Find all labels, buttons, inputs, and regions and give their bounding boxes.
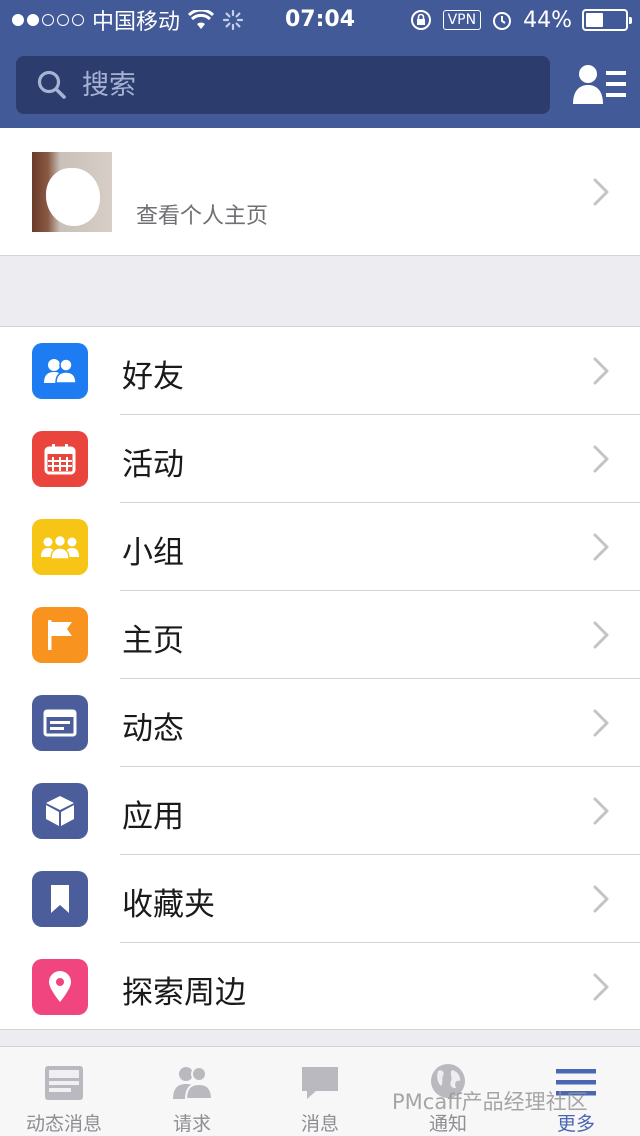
chevron-right-icon: [593, 709, 609, 737]
chevron-right-icon: [593, 178, 609, 206]
menu-item-label: 探索周边: [122, 975, 246, 1011]
friends-icon: [32, 343, 88, 399]
search-input[interactable]: [82, 69, 502, 101]
groups-icon: [32, 519, 88, 575]
tab-label: 请求: [172, 1113, 211, 1135]
tab-label: 动态消息: [25, 1113, 102, 1135]
status-bar: 中国移动 07:04 VPN 44%: [0, 0, 640, 40]
menu-item-bookmarks[interactable]: 收藏夹: [0, 855, 640, 943]
search-bar[interactable]: [16, 56, 550, 114]
tab-requests[interactable]: 请求: [128, 1047, 256, 1136]
chevron-right-icon: [593, 445, 609, 473]
chevron-right-icon: [593, 885, 609, 913]
feed-icon: [32, 695, 88, 751]
vpn-badge: VPN: [442, 10, 482, 30]
alarm-icon: [493, 12, 512, 30]
profile-row[interactable]: 查看个人主页: [0, 128, 640, 256]
watermark: PMcaff产品经理社区: [392, 1090, 588, 1114]
messages-icon: [302, 1067, 338, 1099]
menu-item-label: 动态: [122, 711, 184, 747]
status-right: VPN 44%: [409, 6, 632, 34]
tab-messages[interactable]: 消息: [256, 1047, 384, 1136]
chevron-right-icon: [593, 533, 609, 561]
news-feed-icon: [45, 1066, 83, 1100]
menu-item-label: 好友: [122, 359, 184, 395]
calendar-icon: [32, 431, 88, 487]
bookmark-icon: [32, 871, 88, 927]
battery-icon: [582, 9, 632, 31]
cube-icon: [32, 783, 88, 839]
view-profile-link[interactable]: 查看个人主页: [136, 198, 268, 230]
menu-item-groups[interactable]: 小组: [0, 503, 640, 591]
battery-percent: 44%: [523, 7, 572, 33]
menu-item-label: 应用: [122, 799, 184, 835]
flag-icon: [32, 607, 88, 663]
menu-item-feeds[interactable]: 动态: [0, 679, 640, 767]
menu-item-pages[interactable]: 主页: [0, 591, 640, 679]
menu-item-apps[interactable]: 应用: [0, 767, 640, 855]
menu-item-label: 收藏夹: [122, 887, 215, 923]
menu-item-label: 活动: [122, 447, 184, 483]
location-pin-icon: [32, 959, 88, 1015]
chevron-right-icon: [593, 797, 609, 825]
chevron-right-icon: [593, 357, 609, 385]
friend-requests-icon: [173, 1066, 214, 1100]
tab-news-feed[interactable]: 动态消息: [0, 1047, 128, 1136]
top-bar: 中国移动 07:04 VPN 44% 搜索: [0, 0, 640, 128]
rotation-lock-icon: [410, 10, 431, 30]
tab-label: 消息: [300, 1113, 339, 1135]
chevron-right-icon: [593, 621, 609, 649]
menu-item-events[interactable]: 活动: [0, 415, 640, 503]
menu-item-nearby[interactable]: 探索周边: [0, 943, 640, 1031]
avatar: [32, 152, 112, 232]
friends-list-button[interactable]: [572, 62, 628, 108]
more-menu: 好友 活动 小组 主页 动态 应用 收藏夹 探索周边: [0, 326, 640, 1030]
menu-item-label: 小组: [122, 535, 184, 571]
menu-item-friends[interactable]: 好友: [0, 327, 640, 415]
search-icon: [37, 70, 66, 99]
chevron-right-icon: [593, 973, 609, 1001]
menu-item-label: 主页: [122, 623, 184, 659]
